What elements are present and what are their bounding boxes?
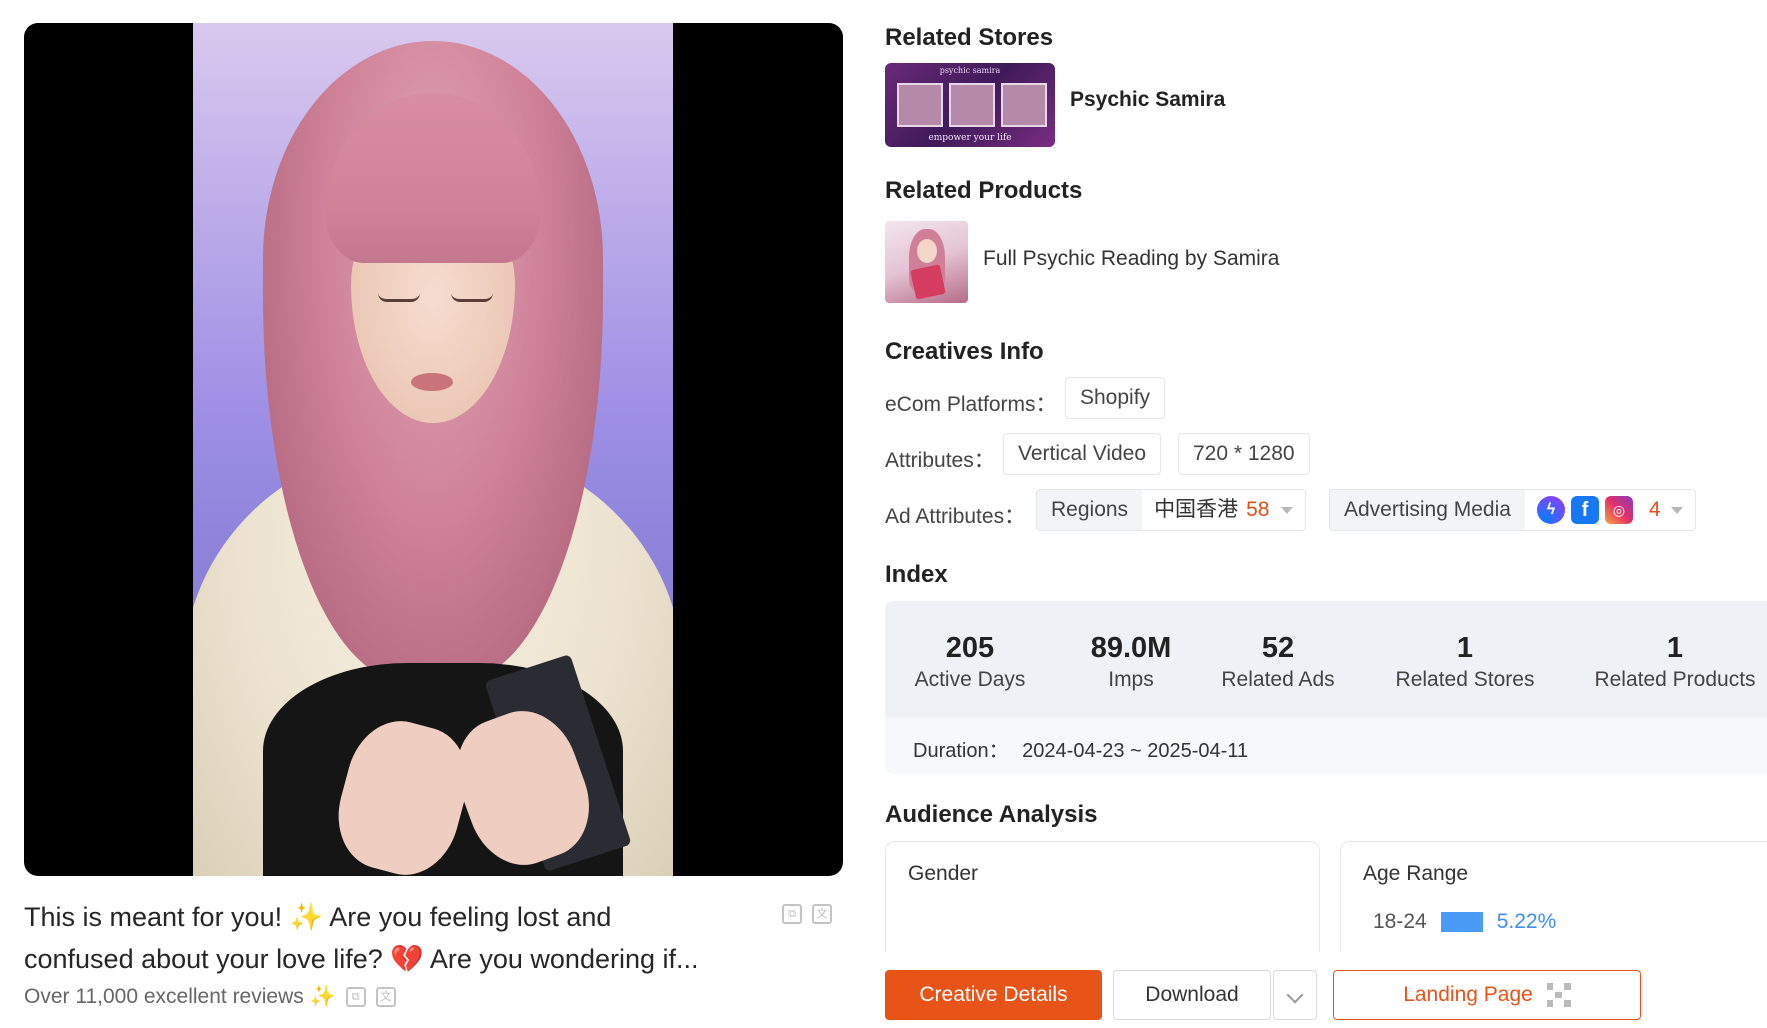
caret-down-icon — [1281, 506, 1294, 514]
landing-page-label: Landing Page — [1403, 983, 1533, 1006]
copy-icon[interactable]: ⧉ — [345, 987, 366, 1007]
age-row: 18-24 5.22% — [1373, 910, 1556, 934]
product-thumbnail[interactable] — [885, 221, 968, 303]
stat-related-products: 1 Related Products — [1594, 632, 1756, 691]
messenger-icon: ϟ — [1536, 496, 1565, 524]
media-key: Advertising Media — [1330, 490, 1525, 530]
download-button[interactable]: Download — [1113, 970, 1271, 1020]
related-products-heading: Related Products — [885, 177, 1083, 204]
age-bar — [1440, 912, 1483, 932]
product-name-link[interactable]: Full Psychic Reading by Samira — [983, 247, 1279, 271]
age-range-title: Age Range — [1363, 862, 1469, 885]
age-percent: 5.22% — [1496, 910, 1557, 933]
regions-value: 中国香港 — [1154, 498, 1239, 521]
store-thumbnail[interactable]: psychic samira empower your life — [885, 63, 1055, 147]
video-frame — [193, 23, 673, 876]
download-options-button[interactable] — [1273, 970, 1317, 1020]
ecom-platforms-label: eCom Platforms： — [885, 393, 1057, 416]
regions-selector[interactable]: Regions 中国香港 58 — [1036, 489, 1307, 531]
duration-label: Duration： — [913, 740, 1009, 762]
duration-row: Duration： 2024-04-23 ~ 2025-04-11 — [913, 734, 1248, 763]
index-panel: 205 Active Days 89.0M Imps 52 Related Ad… — [885, 601, 1767, 774]
ad-attributes-label: Ad Attributes： — [885, 505, 1026, 528]
attributes-label: Attributes： — [885, 449, 995, 472]
stat-related-ads: 52 Related Ads — [1221, 632, 1335, 691]
advertising-media-selector[interactable]: Advertising Media ϟ f ◎ 4 — [1329, 489, 1696, 531]
media-count: 4 — [1648, 498, 1661, 521]
chevron-down-icon — [1286, 986, 1304, 1004]
index-heading: Index — [885, 561, 948, 588]
store-name-link[interactable]: Psychic Samira — [1070, 88, 1225, 112]
instagram-icon: ◎ — [1604, 496, 1633, 524]
caret-down-icon — [1670, 506, 1683, 514]
duration-value: 2024-04-23 ~ 2025-04-11 — [1022, 740, 1249, 762]
copy-icon[interactable]: ⧉ — [782, 904, 802, 924]
audience-analysis-heading: Audience Analysis — [885, 801, 1098, 828]
stat-related-stores: 1 Related Stores — [1395, 632, 1535, 691]
translate-icon[interactable]: 文 — [375, 987, 396, 1007]
regions-count: 58 — [1246, 498, 1270, 521]
age-range-label: 18-24 — [1373, 910, 1427, 933]
ad-caption: This is meant for you! ✨ Are you feeling… — [24, 896, 784, 980]
landing-page-button[interactable]: Landing Page — [1333, 970, 1641, 1020]
creative-details-button[interactable]: Creative Details — [885, 970, 1102, 1020]
ecom-platform-tag: Shopify — [1065, 377, 1166, 419]
attribute-tag-resolution: 720 * 1280 — [1178, 433, 1310, 475]
attribute-tag-format: Vertical Video — [1003, 433, 1162, 475]
regions-key: Regions — [1037, 490, 1143, 530]
stat-active-days: 205 Active Days — [914, 632, 1026, 691]
video-preview[interactable] — [24, 23, 843, 876]
caption-line-1: This is meant for you! ✨ Are you feeling… — [24, 902, 612, 932]
caption-tools: ⧉ 文 — [782, 904, 832, 924]
creatives-info-heading: Creatives Info — [885, 338, 1044, 365]
ad-subcaption: Over 11,000 excellent reviews ✨ ⧉ 文 — [24, 985, 396, 1009]
age-range-card: Age Range 18-24 5.22% — [1340, 841, 1767, 952]
stat-imps: 89.0M Imps — [1090, 632, 1172, 691]
related-stores-heading: Related Stores — [885, 24, 1054, 51]
gender-card: Gender — [885, 841, 1320, 952]
caption-line-2: confused about your love life? 💔 Are you… — [24, 944, 699, 974]
subcaption-text: Over 11,000 excellent reviews ✨ — [24, 985, 336, 1008]
qr-code-icon[interactable] — [1546, 983, 1571, 1007]
translate-icon[interactable]: 文 — [812, 904, 832, 924]
facebook-icon: f — [1570, 496, 1599, 524]
gender-title: Gender — [908, 862, 979, 885]
